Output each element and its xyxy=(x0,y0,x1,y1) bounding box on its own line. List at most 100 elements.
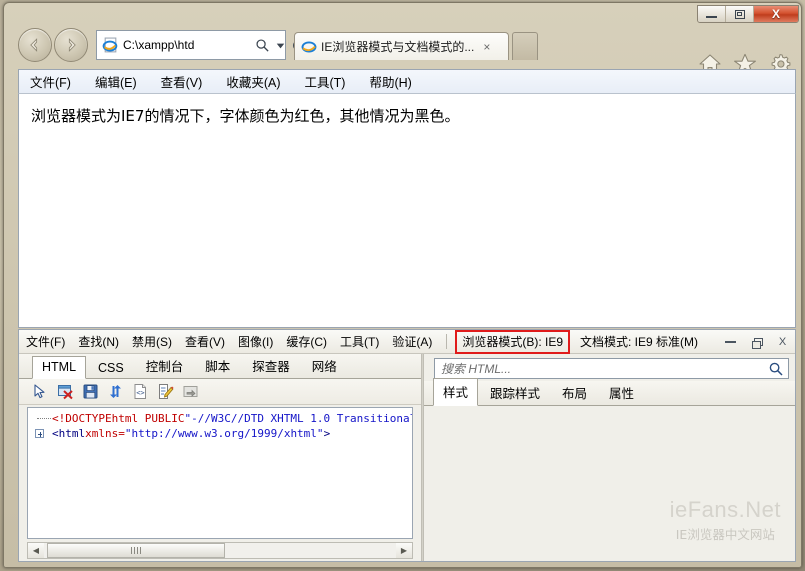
close-icon: X xyxy=(771,7,780,21)
watermark-subtitle: IE浏览器中文网站 xyxy=(675,527,775,542)
minimize-icon xyxy=(725,341,736,343)
source-line[interactable]: <!DOCTYPE html PUBLIC "-//W3C//DTD XHTML… xyxy=(28,411,412,426)
doctype-name: html PUBLIC xyxy=(111,412,185,425)
window-close-button[interactable]: X xyxy=(754,6,798,22)
maximize-icon xyxy=(734,9,745,19)
chevron-down-icon xyxy=(276,43,284,48)
menu-item-edit[interactable]: 编辑(E) xyxy=(93,70,139,93)
menu-item-file[interactable]: 文件(F) xyxy=(28,70,73,93)
scrollbar-thumb[interactable] xyxy=(47,543,225,558)
search-icon xyxy=(255,38,269,52)
tab-strip: IE浏览器模式与文档模式的... × xyxy=(294,32,509,62)
devmenu-item-disable[interactable]: 禁用(S) xyxy=(132,333,172,350)
style-tab-bar: 样式 跟踪样式 布局 属性 xyxy=(424,378,795,406)
new-tab-button[interactable] xyxy=(512,32,538,60)
search-row: 搜索 HTML... xyxy=(424,354,795,381)
tree-gutter xyxy=(30,429,52,438)
tab-network[interactable]: 网络 xyxy=(302,352,347,379)
html-tag-close: > xyxy=(323,427,331,440)
devmenu-item-validate[interactable]: 验证(A) xyxy=(392,333,432,350)
expand-node-icon[interactable] xyxy=(35,429,44,438)
source-horizontal-scrollbar[interactable]: ◀ ▶ xyxy=(27,542,413,559)
tab-trace-styles[interactable]: 跟踪样式 xyxy=(480,379,550,406)
tab-attributes[interactable]: 属性 xyxy=(599,379,644,406)
outline-icon xyxy=(183,386,197,397)
tab-close-button[interactable]: × xyxy=(480,41,493,53)
window-minimize-button[interactable] xyxy=(698,6,726,22)
menu-item-view[interactable]: 查看(V) xyxy=(159,70,205,93)
browser-mode-selector[interactable]: 浏览器模式(B): IE9 xyxy=(462,335,563,349)
menu-item-help[interactable]: 帮助(H) xyxy=(367,70,413,93)
tab-html[interactable]: HTML xyxy=(32,356,87,379)
save-floppy-icon xyxy=(83,384,97,399)
style-pane-content: ieFans.Net IE浏览器中文网站 xyxy=(424,406,795,561)
devtools-minimize-button[interactable] xyxy=(724,336,737,349)
browser-tab[interactable]: IE浏览器模式与文档模式的... × xyxy=(294,32,509,60)
menu-item-tools[interactable]: 工具(T) xyxy=(302,70,347,93)
devtools-left-pane: HTML CSS 控制台 脚本 探查器 网络 <> <!DOCTYPE html… xyxy=(19,352,421,561)
cursor-arrow-icon xyxy=(33,384,45,399)
tab-css[interactable]: CSS xyxy=(88,357,134,379)
page-body-text: 浏览器模式为IE7的情况下，字体颜色为红色，其他情况为黑色。 xyxy=(31,107,460,125)
save-button[interactable] xyxy=(81,383,99,401)
minimize-icon xyxy=(706,16,717,18)
devmenu-item-cache[interactable]: 缓存(C) xyxy=(286,333,327,350)
menu-item-favorites[interactable]: 收藏夹(A) xyxy=(224,70,282,93)
devmenu-item-file[interactable]: 文件(F) xyxy=(26,333,65,350)
clear-cache-icon xyxy=(57,385,73,400)
forward-button[interactable] xyxy=(54,28,88,62)
forward-arrow-icon xyxy=(68,38,76,52)
back-arrow-icon xyxy=(30,38,38,52)
tree-gutter xyxy=(30,418,52,419)
developer-tools-panel: 文件(F) 查找(N) 禁用(S) 查看(V) 图像(I) 缓存(C) 工具(T… xyxy=(18,329,796,562)
outline-button[interactable] xyxy=(181,383,199,401)
devmenu-item-images[interactable]: 图像(I) xyxy=(238,333,273,350)
select-element-button[interactable] xyxy=(31,383,49,401)
tab-script[interactable]: 脚本 xyxy=(195,352,240,379)
window-maximize-button[interactable] xyxy=(726,6,754,22)
html-attribute: xmlns= xyxy=(85,427,125,440)
edit-pencil-icon xyxy=(158,384,173,399)
search-button[interactable] xyxy=(768,361,784,377)
site-watermark: ieFans.Net IE浏览器中文网站 xyxy=(670,497,781,543)
grip-line xyxy=(140,547,141,554)
clear-browser-cache-button[interactable] xyxy=(56,383,74,401)
edit-button[interactable] xyxy=(156,383,174,401)
devtools-close-button[interactable]: X xyxy=(776,336,789,349)
tree-line-icon xyxy=(37,418,51,419)
search-dropdown-button[interactable] xyxy=(253,31,271,59)
html-attr-value: "http://www.w3.org/1999/xhtml" xyxy=(124,427,324,440)
search-html-input[interactable]: 搜索 HTML... xyxy=(434,358,789,379)
source-line[interactable]: <html xmlns= "http://www.w3.org/1999/xht… xyxy=(28,426,412,441)
doctype-value: "-//W3C//DTD XHTML 1.0 Transitional//EN xyxy=(184,412,412,425)
tab-favicon-icon xyxy=(301,40,317,53)
window-controls: X xyxy=(697,5,799,23)
tab-layout[interactable]: 布局 xyxy=(552,379,597,406)
devmenu-item-view[interactable]: 查看(V) xyxy=(185,333,225,350)
scroll-right-button[interactable]: ▶ xyxy=(396,543,412,558)
search-icon xyxy=(769,362,783,376)
devtools-body: HTML CSS 控制台 脚本 探查器 网络 <> <!DOCTYPE html… xyxy=(19,352,795,561)
refresh-button[interactable] xyxy=(106,383,124,401)
devmenu-item-tools[interactable]: 工具(T) xyxy=(340,333,379,350)
devtools-right-pane: 搜索 HTML... 样式 跟踪样式 布局 属性 ieFans.Net IE浏览… xyxy=(424,354,795,561)
address-dropdown-button[interactable] xyxy=(271,31,289,59)
search-placeholder-text: 搜索 HTML... xyxy=(441,362,512,376)
page-content-area: 浏览器模式为IE7的情况下，字体颜色为红色，其他情况为黑色。 xyxy=(18,93,796,328)
doctype-keyword: <!DOCTYPE xyxy=(52,412,112,425)
menu-separator xyxy=(446,334,448,349)
back-button[interactable] xyxy=(18,28,52,62)
grip-line xyxy=(134,547,135,554)
tab-profiler[interactable]: 探查器 xyxy=(242,352,300,379)
page-favicon-icon xyxy=(102,37,118,52)
restore-icon xyxy=(752,337,763,349)
grip-line xyxy=(131,547,132,554)
scroll-left-button[interactable]: ◀ xyxy=(28,543,44,558)
document-mode-selector[interactable]: 文档模式: IE9 标准(M) xyxy=(580,333,698,350)
html-source-tree[interactable]: <!DOCTYPE html PUBLIC "-//W3C//DTD XHTML… xyxy=(27,407,413,539)
tab-styles[interactable]: 样式 xyxy=(433,378,479,406)
view-source-button[interactable]: <> xyxy=(131,383,149,401)
devmenu-item-find[interactable]: 查找(N) xyxy=(78,333,119,350)
devtools-restore-button[interactable] xyxy=(750,336,763,349)
tab-console[interactable]: 控制台 xyxy=(136,352,194,379)
